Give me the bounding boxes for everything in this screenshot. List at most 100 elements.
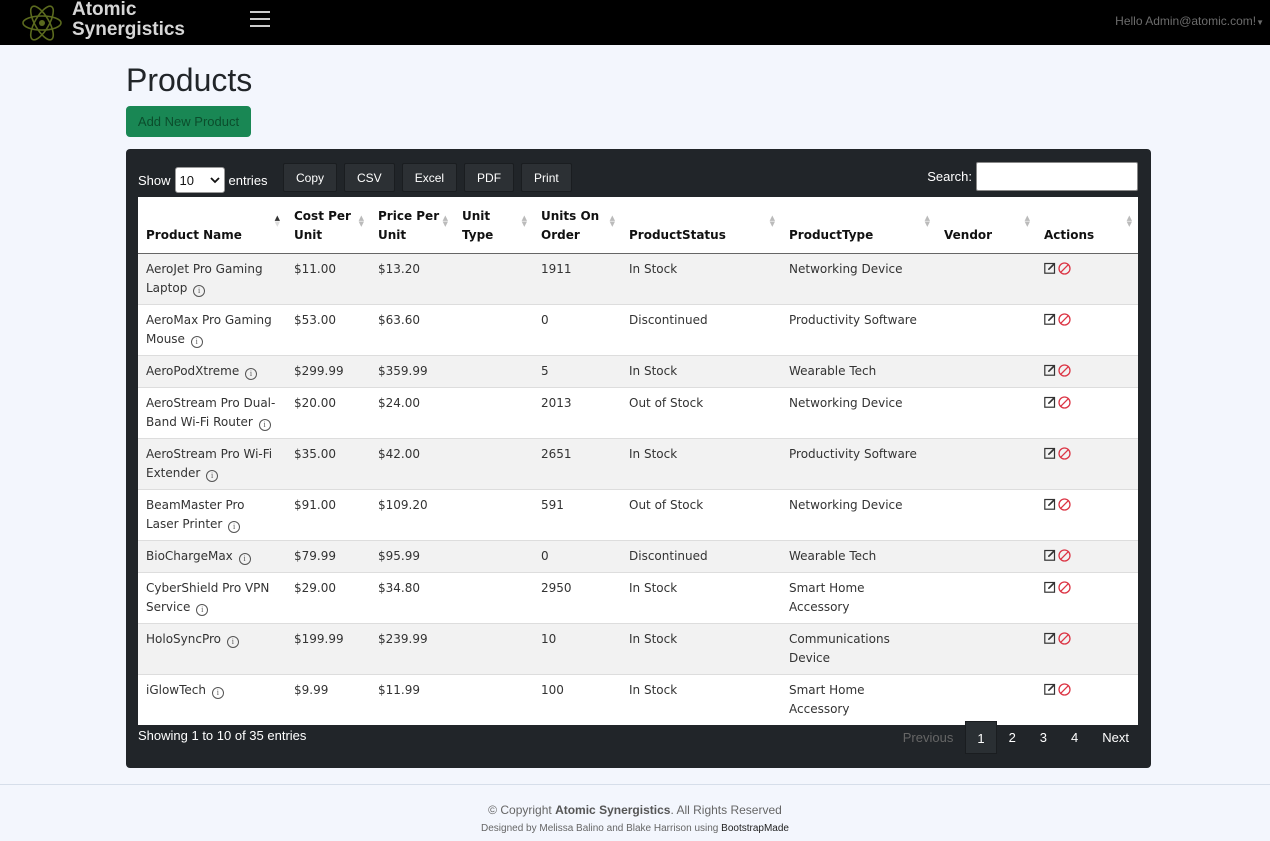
edit-icon[interactable] xyxy=(1044,683,1056,695)
delete-icon[interactable] xyxy=(1058,580,1071,594)
table-row: HoloSyncPro i $199.99 $239.99 10 In Stock Com… xyxy=(138,622,1138,674)
product-name-cell: AeroJet Pro Gaming Laptop i xyxy=(138,252,286,304)
product-type-cell: Networking Device xyxy=(781,252,936,304)
next-page-button[interactable]: Next xyxy=(1090,721,1141,754)
actions-cell xyxy=(1036,673,1138,725)
vendor-cell xyxy=(936,488,1036,540)
product-name-cell: AeroPodXtreme i xyxy=(138,354,286,387)
delete-icon[interactable] xyxy=(1058,497,1071,511)
delete-icon[interactable] xyxy=(1058,363,1071,377)
status-cell: In Stock xyxy=(621,571,781,623)
edit-icon[interactable] xyxy=(1044,396,1056,408)
page-button-2[interactable]: 2 xyxy=(997,721,1028,754)
cost-cell: $9.99 xyxy=(286,673,370,725)
info-icon[interactable]: i xyxy=(258,418,271,431)
status-cell: Discontinued xyxy=(621,539,781,572)
info-icon[interactable]: i xyxy=(190,335,203,348)
bootstrapmade-link[interactable]: BootstrapMade xyxy=(721,823,789,834)
status-cell: In Stock xyxy=(621,622,781,674)
product-name-cell: AeroStream Pro Wi-Fi Extender i xyxy=(138,437,286,489)
info-icon[interactable]: i xyxy=(196,603,209,616)
chevron-down-icon xyxy=(209,177,220,184)
edit-icon[interactable] xyxy=(1044,549,1056,561)
unit-type-cell xyxy=(454,673,533,725)
info-icon[interactable]: i xyxy=(228,520,241,533)
csv-button[interactable]: CSV xyxy=(344,163,395,192)
table-row: AeroStream Pro Dual-Band Wi-Fi Router i $… xyxy=(138,386,1138,438)
col-product-type[interactable]: ProductType ▲ ▼ xyxy=(781,197,936,254)
product-name: AeroMax Pro Gaming Mouse xyxy=(146,312,272,346)
product-name: AeroPodXtreme xyxy=(146,363,240,378)
page-length-control: Show 10 entries xyxy=(138,167,268,193)
add-new-product-button[interactable]: Add New Product xyxy=(126,106,251,137)
info-icon[interactable]: i xyxy=(226,635,239,648)
table-row: iGlowTech i $9.99 $11.99 100 In Stock Smart H… xyxy=(138,673,1138,725)
vendor-cell xyxy=(936,354,1036,387)
col-vendor[interactable]: Vendor ▲ ▼ xyxy=(936,197,1036,254)
cost-cell: $20.00 xyxy=(286,386,370,438)
info-icon[interactable]: i xyxy=(238,552,251,565)
product-name: AeroStream Pro Dual-Band Wi-Fi Router xyxy=(146,395,276,429)
print-button[interactable]: Print xyxy=(521,163,572,192)
page-footer: © Copyright Atomic Synergistics. All Rig… xyxy=(0,784,1270,841)
col-price-per-unit[interactable]: Price Per Unit ▲ ▼ xyxy=(370,197,454,254)
delete-icon[interactable] xyxy=(1058,261,1071,275)
page-button-4[interactable]: 4 xyxy=(1059,721,1090,754)
edit-icon[interactable] xyxy=(1044,632,1056,644)
user-menu[interactable]: Hello Admin@atomic.com!▼ xyxy=(1115,14,1264,28)
delete-icon[interactable] xyxy=(1058,312,1071,326)
page-button-3[interactable]: 3 xyxy=(1028,721,1059,754)
table-row: AeroMax Pro Gaming Mouse i $53.00 $63.60 0 D… xyxy=(138,303,1138,355)
units-on-order-cell: 100 xyxy=(533,673,621,725)
delete-icon[interactable] xyxy=(1058,548,1071,562)
page-length-value: 10 xyxy=(179,172,194,188)
pdf-button[interactable]: PDF xyxy=(464,163,515,192)
excel-button[interactable]: Excel xyxy=(401,163,458,192)
delete-icon[interactable] xyxy=(1058,446,1071,460)
col-unit-type[interactable]: Unit Type ▲ ▼ xyxy=(454,197,533,254)
col-cost-per-unit[interactable]: Cost Per Unit ▲ ▼ xyxy=(286,197,370,254)
col-units-on-order[interactable]: Units On Order ▲ ▼ xyxy=(533,197,621,254)
search-input[interactable] xyxy=(976,162,1138,191)
sort-icon: ▲ ▼ xyxy=(1126,214,1132,228)
product-type-cell: Smart Home Accessory xyxy=(781,571,936,623)
price-cell: $11.99 xyxy=(370,673,454,725)
logo-line-1: Atomic xyxy=(72,0,137,20)
page-button-1[interactable]: 1 xyxy=(965,721,997,754)
col-product-status[interactable]: ProductStatus ▲ ▼ xyxy=(621,197,781,254)
copy-button[interactable]: Copy xyxy=(283,163,338,192)
vendor-cell xyxy=(936,622,1036,674)
top-navbar: Atomic Synergistics Hello Admin@atomic.c… xyxy=(0,0,1270,45)
previous-page-button[interactable]: Previous xyxy=(891,721,966,754)
edit-icon[interactable] xyxy=(1044,447,1056,459)
product-type-cell: Networking Device xyxy=(781,488,936,540)
delete-icon[interactable] xyxy=(1058,682,1071,696)
info-icon[interactable]: i xyxy=(245,367,258,380)
products-table: Product Name ▲ ▼ Cost Per Unit ▲ ▼ Price Per… xyxy=(138,197,1138,725)
delete-icon[interactable] xyxy=(1058,631,1071,645)
edit-icon[interactable] xyxy=(1044,262,1056,274)
page-length-select[interactable]: 10 xyxy=(174,167,225,193)
edit-icon[interactable] xyxy=(1044,364,1056,376)
col-actions[interactable]: Actions ▲ ▼ xyxy=(1036,197,1138,254)
edit-icon[interactable] xyxy=(1044,498,1056,510)
units-on-order-cell: 0 xyxy=(533,539,621,572)
units-on-order-cell: 10 xyxy=(533,622,621,674)
info-icon[interactable]: i xyxy=(193,284,206,297)
col-product-name[interactable]: Product Name ▲ ▼ xyxy=(138,197,286,254)
actions-cell xyxy=(1036,354,1138,387)
edit-icon[interactable] xyxy=(1044,313,1056,325)
sort-asc-icon: ▲ ▼ xyxy=(274,214,280,228)
page-title: Products xyxy=(126,62,253,98)
info-icon[interactable]: i xyxy=(211,686,224,699)
status-cell: Out of Stock xyxy=(621,386,781,438)
table-row: AeroStream Pro Wi-Fi Extender i $35.00 $42… xyxy=(138,437,1138,489)
actions-cell xyxy=(1036,539,1138,572)
logo[interactable]: Atomic Synergistics xyxy=(20,0,185,45)
info-icon[interactable]: i xyxy=(206,469,219,482)
hamburger-icon[interactable] xyxy=(250,11,270,29)
delete-icon[interactable] xyxy=(1058,395,1071,409)
product-type-cell: Productivity Software xyxy=(781,303,936,355)
product-name: BioChargeMax xyxy=(146,548,233,563)
edit-icon[interactable] xyxy=(1044,581,1056,593)
